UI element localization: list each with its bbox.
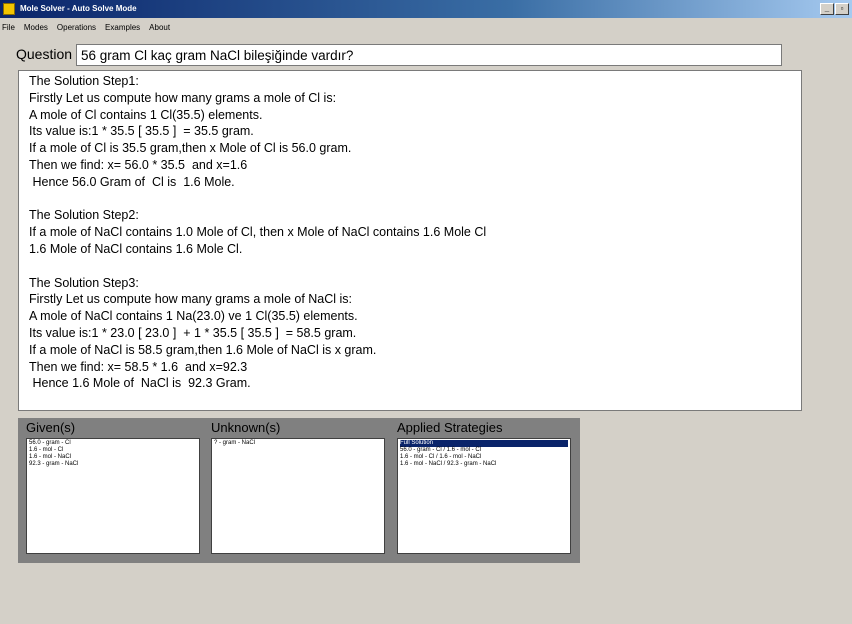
window-title: Mole Solver - Auto Solve Mode (20, 4, 137, 13)
window-controls: _ ▫ (820, 3, 849, 15)
solution-line: The Solution Step3: (29, 275, 139, 290)
list-item[interactable]: 1.6 - mol - NaCl / 92.3 - gram - NaCl (400, 461, 568, 468)
menu-file[interactable]: File (2, 22, 15, 34)
solution-line (29, 191, 791, 208)
solution-line: If a mole of NaCl contains 1.0 Mole of C… (29, 225, 487, 240)
list-item[interactable]: Full Solution (400, 440, 568, 447)
question-label: Question (16, 46, 73, 62)
solution-line: Then we find: x= 56.0 * 35.5 and x=1.6 (29, 157, 248, 172)
unknown-title: Unknown(s) (211, 420, 281, 435)
minimize-button[interactable]: _ (820, 3, 834, 15)
list-item[interactable]: 1.6 - mol - Cl (29, 447, 197, 454)
list-item[interactable]: 56.0 - gram - Cl (29, 440, 197, 447)
unknown-list[interactable]: ? - gram - NaCl (211, 438, 385, 554)
solution-line: Its value is:1 * 35.5 [ 35.5 ] = 35.5 gr… (29, 124, 254, 139)
solution-line: Hence 56.0 Gram of Cl is 1.6 Mole. (29, 174, 235, 189)
strategies-title: Applied Strategies (397, 420, 503, 435)
solution-line (29, 258, 791, 275)
list-item[interactable]: 56.0 - gram - Cl / 1.6 - mol - Cl (400, 447, 568, 454)
list-item[interactable]: 1.6 - mol - Cl / 1.6 - mol - NaCl (400, 454, 568, 461)
given-list[interactable]: 56.0 - gram - Cl 1.6 - mol - Cl 1.6 - mol … (26, 438, 200, 554)
strategies-list[interactable]: Full Solution 56.0 - gram - Cl / 1.6 - mo… (397, 438, 571, 554)
list-item[interactable]: 92.3 - gram - NaCl (29, 461, 197, 468)
solution-line: Hence 1.6 Mole of NaCl is 92.3 Gram. (29, 376, 251, 391)
menu-modes[interactable]: Modes (24, 22, 48, 34)
list-item[interactable]: 1.6 - mol - NaCl (29, 454, 197, 461)
solution-line: If a mole of Cl is 35.5 gram,then x Mole… (29, 141, 352, 156)
title-bar[interactable]: Mole Solver - Auto Solve Mode _ ▫ (0, 0, 852, 18)
bottom-panels: Given(s) 56.0 - gram - Cl 1.6 - mol - Cl 1… (18, 418, 580, 563)
given-title: Given(s) (26, 420, 76, 435)
solution-line: A mole of Cl contains 1 Cl(35.5) element… (29, 107, 263, 122)
solution-line: A mole of NaCl contains 1 Na(23.0) ve 1 … (29, 309, 358, 324)
solution-line: The Solution Step2: (29, 208, 139, 223)
menu-about[interactable]: About (149, 22, 170, 34)
maximize-button[interactable]: ▫ (835, 3, 849, 15)
menu-examples[interactable]: Examples (105, 22, 140, 34)
list-item[interactable]: ? - gram - NaCl (214, 440, 382, 447)
solution-line: Firstly Let us compute how many grams a … (29, 90, 337, 105)
menu-operations[interactable]: Operations (57, 22, 96, 34)
question-input[interactable] (76, 44, 782, 66)
menu-bar: File Modes Operations Examples About (0, 22, 170, 34)
solution-line: Its value is:1 * 23.0 [ 23.0 ] + 1 * 35.… (29, 325, 357, 340)
solution-line: 1.6 Mole of NaCl contains 1.6 Mole Cl. (29, 241, 243, 256)
solution-line: The Solution Step1: (29, 74, 139, 88)
app-icon (3, 3, 15, 15)
solution-line: If a mole of NaCl is 58.5 gram,then 1.6 … (29, 342, 377, 357)
solution-text-area[interactable]: The Solution Step1: Firstly Let us comput… (18, 70, 802, 411)
solution-line: Firstly Let us compute how many grams a … (29, 292, 353, 307)
solution-line: Then we find: x= 58.5 * 1.6 and x=92.3 (29, 359, 248, 374)
